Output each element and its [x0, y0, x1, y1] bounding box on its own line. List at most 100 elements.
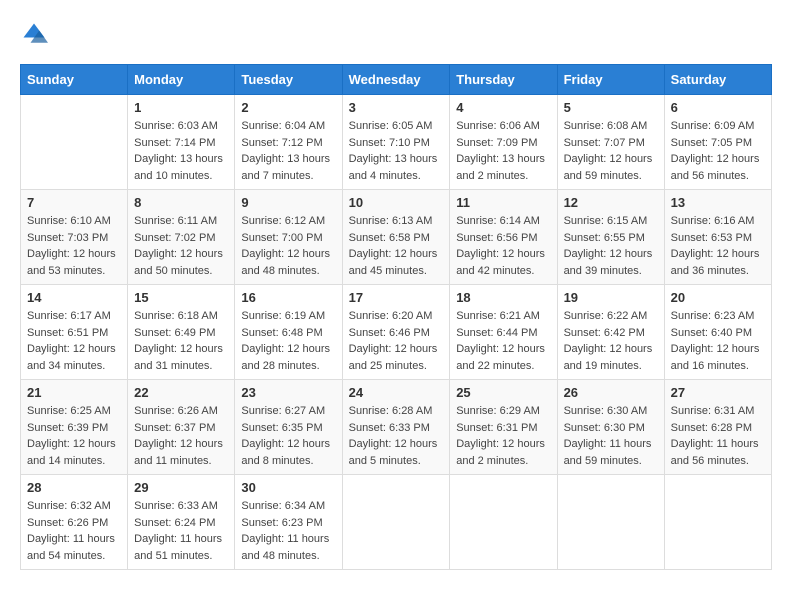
logo-icon [20, 20, 48, 48]
week-row-1: 7 Sunrise: 6:10 AMSunset: 7:03 PMDaylight… [21, 190, 772, 285]
day-number: 24 [349, 385, 444, 400]
day-info: Sunrise: 6:13 AMSunset: 6:58 PMDaylight:… [349, 213, 444, 279]
day-info: Sunrise: 6:03 AMSunset: 7:14 PMDaylight:… [134, 118, 228, 184]
day-number: 29 [134, 480, 228, 495]
day-cell: 30 Sunrise: 6:34 AMSunset: 6:23 PMDayligh… [235, 475, 342, 570]
day-info: Sunrise: 6:23 AMSunset: 6:40 PMDaylight:… [671, 308, 765, 374]
week-row-0: 1 Sunrise: 6:03 AMSunset: 7:14 PMDaylight… [21, 95, 772, 190]
day-cell: 7 Sunrise: 6:10 AMSunset: 7:03 PMDaylight… [21, 190, 128, 285]
header-wednesday: Wednesday [342, 65, 450, 95]
week-row-4: 28Sunrise: 6:32 AMSunset: 6:26 PMDayligh… [21, 475, 772, 570]
day-cell: 11 Sunrise: 6:14 AMSunset: 6:56 PMDayligh… [450, 190, 557, 285]
day-info: Sunrise: 6:30 AMSunset: 6:30 PMDaylight:… [564, 403, 658, 469]
day-cell [557, 475, 664, 570]
day-cell: 27Sunrise: 6:31 AMSunset: 6:28 PMDayligh… [664, 380, 771, 475]
header-tuesday: Tuesday [235, 65, 342, 95]
day-number: 15 [134, 290, 228, 305]
day-cell: 18 Sunrise: 6:21 AMSunset: 6:44 PMDayligh… [450, 285, 557, 380]
day-info: Sunrise: 6:18 AMSunset: 6:49 PMDaylight:… [134, 308, 228, 374]
day-info: Sunrise: 6:15 AMSunset: 6:55 PMDaylight:… [564, 213, 658, 279]
day-info: Sunrise: 6:21 AMSunset: 6:44 PMDaylight:… [456, 308, 550, 374]
day-cell: 28Sunrise: 6:32 AMSunset: 6:26 PMDayligh… [21, 475, 128, 570]
day-cell: 2 Sunrise: 6:04 AMSunset: 7:12 PMDaylight… [235, 95, 342, 190]
day-info: Sunrise: 6:34 AMSunset: 6:23 PMDaylight:… [241, 498, 335, 564]
day-number: 23 [241, 385, 335, 400]
day-number: 13 [671, 195, 765, 210]
day-cell [450, 475, 557, 570]
page-header [20, 20, 772, 48]
day-info: Sunrise: 6:25 AMSunset: 6:39 PMDaylight:… [27, 403, 121, 469]
day-number: 18 [456, 290, 550, 305]
day-info: Sunrise: 6:08 AMSunset: 7:07 PMDaylight:… [564, 118, 658, 184]
day-number: 8 [134, 195, 228, 210]
day-cell: 12 Sunrise: 6:15 AMSunset: 6:55 PMDayligh… [557, 190, 664, 285]
day-cell: 14Sunrise: 6:17 AMSunset: 6:51 PMDayligh… [21, 285, 128, 380]
day-number: 4 [456, 100, 550, 115]
day-number: 1 [134, 100, 228, 115]
day-info: Sunrise: 6:10 AMSunset: 7:03 PMDaylight:… [27, 213, 121, 279]
day-number: 25 [456, 385, 550, 400]
day-number: 10 [349, 195, 444, 210]
day-info: Sunrise: 6:31 AMSunset: 6:28 PMDaylight:… [671, 403, 765, 469]
day-cell [342, 475, 450, 570]
header-monday: Monday [128, 65, 235, 95]
day-number: 7 [27, 195, 121, 210]
day-info: Sunrise: 6:11 AMSunset: 7:02 PMDaylight:… [134, 213, 228, 279]
day-info: Sunrise: 6:28 AMSunset: 6:33 PMDaylight:… [349, 403, 444, 469]
day-number: 17 [349, 290, 444, 305]
day-info: Sunrise: 6:05 AMSunset: 7:10 PMDaylight:… [349, 118, 444, 184]
day-cell: 24 Sunrise: 6:28 AMSunset: 6:33 PMDayligh… [342, 380, 450, 475]
week-row-2: 14Sunrise: 6:17 AMSunset: 6:51 PMDayligh… [21, 285, 772, 380]
day-number: 19 [564, 290, 658, 305]
header-friday: Friday [557, 65, 664, 95]
day-cell: 20 Sunrise: 6:23 AMSunset: 6:40 PMDayligh… [664, 285, 771, 380]
header-saturday: Saturday [664, 65, 771, 95]
week-row-3: 21 Sunrise: 6:25 AMSunset: 6:39 PMDayligh… [21, 380, 772, 475]
day-cell [664, 475, 771, 570]
day-number: 16 [241, 290, 335, 305]
day-info: Sunrise: 6:09 AMSunset: 7:05 PMDaylight:… [671, 118, 765, 184]
day-info: Sunrise: 6:12 AMSunset: 7:00 PMDaylight:… [241, 213, 335, 279]
day-cell: 10 Sunrise: 6:13 AMSunset: 6:58 PMDayligh… [342, 190, 450, 285]
day-info: Sunrise: 6:20 AMSunset: 6:46 PMDaylight:… [349, 308, 444, 374]
day-info: Sunrise: 6:06 AMSunset: 7:09 PMDaylight:… [456, 118, 550, 184]
day-number: 21 [27, 385, 121, 400]
day-cell: 25 Sunrise: 6:29 AMSunset: 6:31 PMDayligh… [450, 380, 557, 475]
day-info: Sunrise: 6:16 AMSunset: 6:53 PMDaylight:… [671, 213, 765, 279]
day-cell: 13 Sunrise: 6:16 AMSunset: 6:53 PMDayligh… [664, 190, 771, 285]
day-number: 2 [241, 100, 335, 115]
header-thursday: Thursday [450, 65, 557, 95]
day-info: Sunrise: 6:29 AMSunset: 6:31 PMDaylight:… [456, 403, 550, 469]
day-number: 20 [671, 290, 765, 305]
day-number: 11 [456, 195, 550, 210]
day-cell: 4 Sunrise: 6:06 AMSunset: 7:09 PMDaylight… [450, 95, 557, 190]
day-cell: 26 Sunrise: 6:30 AMSunset: 6:30 PMDayligh… [557, 380, 664, 475]
day-cell: 8 Sunrise: 6:11 AMSunset: 7:02 PMDaylight… [128, 190, 235, 285]
day-cell: 9 Sunrise: 6:12 AMSunset: 7:00 PMDaylight… [235, 190, 342, 285]
day-number: 9 [241, 195, 335, 210]
day-number: 6 [671, 100, 765, 115]
day-cell: 21 Sunrise: 6:25 AMSunset: 6:39 PMDayligh… [21, 380, 128, 475]
day-number: 22 [134, 385, 228, 400]
day-info: Sunrise: 6:33 AMSunset: 6:24 PMDaylight:… [134, 498, 228, 564]
day-number: 3 [349, 100, 444, 115]
day-cell: 6 Sunrise: 6:09 AMSunset: 7:05 PMDaylight… [664, 95, 771, 190]
header-row: SundayMondayTuesdayWednesdayThursdayFrid… [21, 65, 772, 95]
day-info: Sunrise: 6:17 AMSunset: 6:51 PMDaylight:… [27, 308, 121, 374]
day-info: Sunrise: 6:26 AMSunset: 6:37 PMDaylight:… [134, 403, 228, 469]
day-cell: 29 Sunrise: 6:33 AMSunset: 6:24 PMDayligh… [128, 475, 235, 570]
calendar-table: SundayMondayTuesdayWednesdayThursdayFrid… [20, 64, 772, 570]
day-cell: 22 Sunrise: 6:26 AMSunset: 6:37 PMDayligh… [128, 380, 235, 475]
day-info: Sunrise: 6:32 AMSunset: 6:26 PMDaylight:… [27, 498, 121, 564]
day-number: 30 [241, 480, 335, 495]
day-info: Sunrise: 6:04 AMSunset: 7:12 PMDaylight:… [241, 118, 335, 184]
day-cell: 15 Sunrise: 6:18 AMSunset: 6:49 PMDayligh… [128, 285, 235, 380]
day-number: 26 [564, 385, 658, 400]
day-cell: 3 Sunrise: 6:05 AMSunset: 7:10 PMDaylight… [342, 95, 450, 190]
day-cell: 19Sunrise: 6:22 AMSunset: 6:42 PMDayligh… [557, 285, 664, 380]
day-cell [21, 95, 128, 190]
day-info: Sunrise: 6:14 AMSunset: 6:56 PMDaylight:… [456, 213, 550, 279]
day-number: 12 [564, 195, 658, 210]
day-number: 5 [564, 100, 658, 115]
day-cell: 17 Sunrise: 6:20 AMSunset: 6:46 PMDayligh… [342, 285, 450, 380]
